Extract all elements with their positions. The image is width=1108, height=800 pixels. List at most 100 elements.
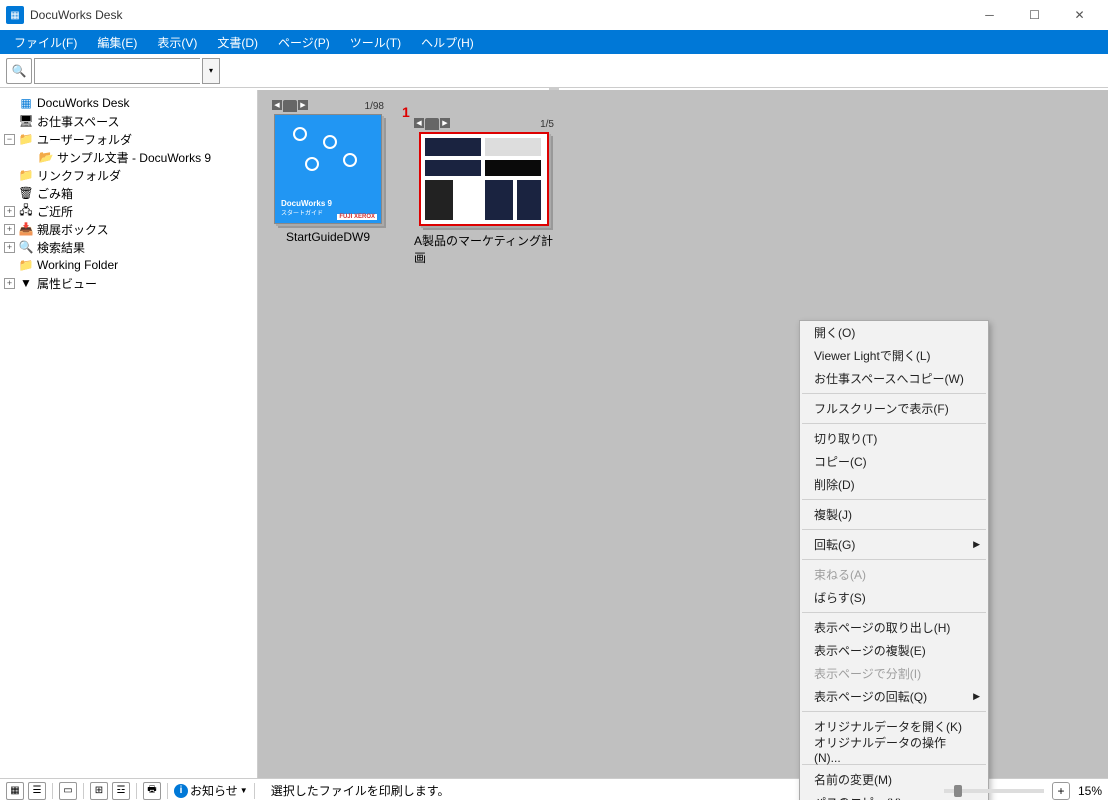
notice-button[interactable]: i お知らせ ▼ (174, 782, 248, 799)
menu-edit[interactable]: 編集(E) (87, 30, 147, 54)
folder-tree: ▦ DocuWorks Desk 🖥 お仕事スペース − 📁 ユーザーフォルダ … (0, 90, 258, 778)
tree-sample-label: サンプル文書 - DocuWorks 9 (57, 149, 211, 166)
app-icon-small: ▦ (18, 96, 34, 110)
tree-workspace[interactable]: 🖥 お仕事スペース (0, 112, 257, 130)
thumbnail[interactable]: DocuWorks 9 スタートガイド FUJI XEROX (274, 114, 382, 224)
ctx-extract-page[interactable]: 表示ページの取り出し(H) (800, 616, 988, 639)
folder-icon: 📂 (38, 150, 54, 164)
network-icon: 🖧 (18, 204, 34, 218)
tree-searchres[interactable]: + 🔍 検索結果 (0, 238, 257, 256)
ctx-duplicate-page[interactable]: 表示ページの複製(E) (800, 639, 988, 662)
ctx-open[interactable]: 開く(O) (800, 321, 988, 344)
ctx-split-page: 表示ページで分割(I) (800, 662, 988, 685)
mailbox-icon: 📥 (18, 222, 34, 236)
app-icon: ▦ (6, 6, 24, 24)
zoom-value: 15% (1078, 784, 1102, 798)
ctx-copy-workspace[interactable]: お仕事スペースへコピー(W) (800, 367, 988, 390)
expand-icon[interactable]: + (4, 206, 15, 217)
ctx-operate-original[interactable]: オリジナルデータの操作(N)... (800, 738, 988, 761)
page-indicator: 1/5 (540, 119, 554, 130)
search-button[interactable]: 🔍 (6, 58, 32, 84)
separator (802, 559, 986, 560)
thumb-logo: FUJI XEROX (337, 214, 377, 220)
search-input[interactable] (34, 58, 200, 84)
search-icon: 🔍 (18, 240, 34, 254)
folder-icon: 📁 (18, 168, 34, 182)
document-label: StartGuideDW9 (286, 230, 370, 244)
next-page-icon[interactable]: ▶ (440, 118, 450, 128)
separator (802, 393, 986, 394)
lock-icon (283, 100, 297, 112)
expand-icon[interactable]: + (4, 242, 15, 253)
content-area: ◀ ▶ 1/98 DocuWorks 9 スタートガイド FUJ (258, 90, 1108, 778)
prev-page-icon[interactable]: ◀ (414, 118, 424, 128)
trash-icon: 🗑 (18, 186, 34, 200)
view-icon-button[interactable]: ⊞ (90, 782, 108, 800)
page-indicator: 1/98 (365, 101, 384, 112)
tree-working-label: Working Folder (37, 258, 118, 272)
separator (802, 711, 986, 712)
search-icon: 🔍 (12, 64, 27, 78)
close-button[interactable]: ✕ (1057, 0, 1102, 30)
zoom-slider[interactable] (944, 789, 1044, 793)
minimize-button[interactable]: ─ (967, 0, 1012, 30)
thumbnail-selected[interactable] (419, 132, 549, 226)
tree-neighbor[interactable]: + 🖧 ご近所 (0, 202, 257, 220)
document-item-2[interactable]: 1 ◀ ▶ 1/5 (414, 118, 554, 266)
search-dropdown[interactable]: ▾ (202, 58, 220, 84)
tree-trash-label: ごみ箱 (37, 185, 73, 202)
separator (802, 612, 986, 613)
separator (802, 499, 986, 500)
tree-mailbox[interactable]: + 📥 親展ボックス (0, 220, 257, 238)
ctx-rotate[interactable]: 回転(G)▶ (800, 533, 988, 556)
expand-icon[interactable]: + (4, 278, 15, 289)
tree-attrview[interactable]: + ▼ 属性ビュー (0, 274, 257, 292)
expand-icon[interactable]: + (4, 224, 15, 235)
ctx-delete[interactable]: 削除(D) (800, 473, 988, 496)
zoom-in-button[interactable]: + (1052, 782, 1070, 800)
ctx-viewer-light[interactable]: Viewer Lightで開く(L) (800, 344, 988, 367)
menu-tool[interactable]: ツール(T) (340, 30, 411, 54)
ctx-unbundle[interactable]: ばらす(S) (800, 586, 988, 609)
workspace-icon: 🖥 (18, 114, 34, 128)
tree-mailbox-label: 親展ボックス (37, 221, 109, 238)
ctx-rotate-page[interactable]: 表示ページの回転(Q)▶ (800, 685, 988, 708)
document-label: A製品のマーケティング計画 (414, 232, 554, 266)
tree-workspace-label: お仕事スペース (37, 113, 120, 130)
ctx-bundle: 束ねる(A) (800, 563, 988, 586)
menu-document[interactable]: 文書(D) (207, 30, 268, 54)
ctx-cut[interactable]: 切り取り(T) (800, 427, 988, 450)
chevron-right-icon: ▶ (973, 539, 980, 550)
document-item-1[interactable]: ◀ ▶ 1/98 DocuWorks 9 スタートガイド FUJ (272, 100, 384, 244)
view-details-button[interactable]: ▭ (59, 782, 77, 800)
tree-root[interactable]: ▦ DocuWorks Desk (0, 94, 257, 112)
titlebar: ▦ DocuWorks Desk ─ ☐ ✕ (0, 0, 1108, 30)
tree-userfolder[interactable]: − 📁 ユーザーフォルダ (0, 130, 257, 148)
tree-working[interactable]: 📁 Working Folder (0, 256, 257, 274)
view-list-button[interactable]: ☰ (28, 782, 46, 800)
menu-view[interactable]: 表示(V) (147, 30, 207, 54)
prev-page-icon[interactable]: ◀ (272, 100, 282, 110)
tree-neighbor-label: ご近所 (37, 203, 73, 220)
folder-icon: 📁 (18, 132, 34, 146)
callout-1: 1 (402, 104, 410, 120)
menu-file[interactable]: ファイル(F) (4, 30, 87, 54)
maximize-button[interactable]: ☐ (1012, 0, 1057, 30)
view-tree-button[interactable]: ☲ (112, 782, 130, 800)
tree-trash[interactable]: 🗑 ごみ箱 (0, 184, 257, 202)
ctx-duplicate[interactable]: 複製(J) (800, 503, 988, 526)
collapse-icon[interactable]: − (4, 134, 15, 145)
menu-help[interactable]: ヘルプ(H) (411, 30, 484, 54)
tree-sample[interactable]: 📂 サンプル文書 - DocuWorks 9 (0, 148, 257, 166)
thumb-title: DocuWorks 9 (281, 199, 375, 208)
ctx-copy[interactable]: コピー(C) (800, 450, 988, 473)
tree-linkfolder[interactable]: 📁 リンクフォルダ (0, 166, 257, 184)
next-page-icon[interactable]: ▶ (298, 100, 308, 110)
view-thumbnails-button[interactable]: ▦ (6, 782, 24, 800)
filter-icon: ▼ (18, 276, 34, 290)
menu-page[interactable]: ページ(P) (268, 30, 340, 54)
ctx-fullscreen[interactable]: フルスクリーンで表示(F) (800, 397, 988, 420)
notice-label: お知らせ (190, 782, 238, 799)
lock-icon (425, 118, 439, 130)
print-button[interactable]: 🖶 (143, 782, 161, 800)
